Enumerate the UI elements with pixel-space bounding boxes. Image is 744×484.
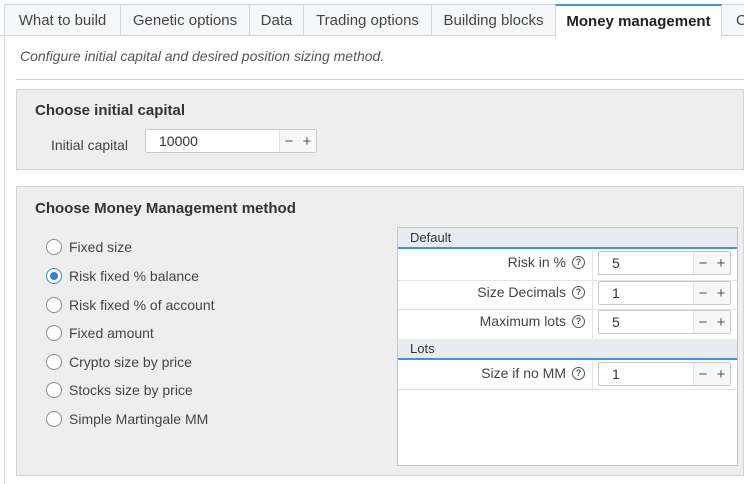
- maximum-lots-stepper: − +: [598, 310, 731, 334]
- tab-overflow[interactable]: C: [721, 4, 744, 36]
- help-icon[interactable]: ?: [572, 314, 585, 328]
- row-divider: [398, 389, 737, 390]
- mm-method-label: Stocks size by price: [69, 382, 193, 398]
- initial-capital-panel: Choose initial capital Initial capital −…: [16, 89, 744, 170]
- mm-method-label: Risk fixed % balance: [69, 268, 199, 284]
- initial-capital-input[interactable]: [146, 130, 280, 152]
- size-decimals-stepper-buttons: − +: [693, 282, 730, 304]
- column-divider: [592, 361, 593, 389]
- decrement-icon[interactable]: −: [694, 282, 712, 304]
- decrement-icon[interactable]: −: [280, 130, 298, 152]
- size-decimals-label: Size Decimals ?: [477, 284, 585, 300]
- risk-input[interactable]: [599, 252, 694, 274]
- mm-method-label: Fixed size: [69, 239, 133, 255]
- radio-unchecked-icon[interactable]: [46, 354, 62, 370]
- radio-unchecked-icon[interactable]: [46, 239, 62, 255]
- radio-unchecked-icon[interactable]: [46, 325, 62, 341]
- mm-method-fixed-amount[interactable]: Fixed amount: [46, 325, 154, 341]
- size-decimals-label-text: Size Decimals: [477, 284, 566, 300]
- radio-checked-icon[interactable]: [46, 268, 62, 284]
- mm-method-label: Crypto size by price: [69, 354, 192, 370]
- tab-money-management[interactable]: Money management: [555, 4, 722, 37]
- increment-icon[interactable]: +: [712, 311, 730, 333]
- increment-icon[interactable]: +: [712, 252, 730, 274]
- tab-genetic-options[interactable]: Genetic options: [120, 4, 250, 36]
- maximum-lots-label: Maximum lots ?: [480, 313, 585, 329]
- maximum-lots-stepper-buttons: − +: [693, 311, 730, 333]
- size-if-no-mm-stepper: − +: [598, 362, 731, 386]
- decrement-icon[interactable]: −: [694, 311, 712, 333]
- risk-label-text: Risk in %: [507, 254, 566, 270]
- radio-unchecked-icon[interactable]: [46, 297, 62, 313]
- decrement-icon[interactable]: −: [694, 363, 712, 385]
- mm-method-label: Risk fixed % of account: [69, 297, 215, 313]
- maximum-lots-label-text: Maximum lots: [479, 313, 566, 329]
- help-icon[interactable]: ?: [572, 255, 585, 269]
- money-management-title: Choose Money Management method: [35, 200, 296, 217]
- size-if-no-mm-input[interactable]: [599, 363, 694, 385]
- size-decimals-stepper: − +: [598, 281, 731, 305]
- risk-stepper-buttons: − +: [693, 252, 730, 274]
- increment-icon[interactable]: +: [298, 130, 316, 152]
- mm-method-fixed-size[interactable]: Fixed size: [46, 239, 132, 255]
- page-description: Configure initial capital and desired po…: [20, 48, 385, 64]
- size-if-no-mm-label-text: Size if no MM: [481, 365, 566, 381]
- mm-method-simple-martingale[interactable]: Simple Martingale MM: [46, 411, 208, 427]
- tab-trading-options[interactable]: Trading options: [303, 4, 432, 36]
- size-decimals-input[interactable]: [599, 282, 694, 304]
- radio-unchecked-icon[interactable]: [46, 411, 62, 427]
- initial-capital-stepper-buttons: − +: [279, 130, 316, 152]
- help-icon[interactable]: ?: [572, 366, 585, 380]
- risk-label: Risk in % ?: [508, 254, 585, 270]
- initial-capital-stepper: − +: [145, 129, 317, 153]
- risk-stepper: − +: [598, 251, 731, 275]
- mm-method-stocks-size[interactable]: Stocks size by price: [46, 382, 193, 398]
- column-divider: [592, 250, 593, 339]
- initial-capital-label: Initial capital: [51, 137, 129, 153]
- size-if-no-mm-label: Size if no MM ?: [481, 365, 585, 381]
- size-if-no-mm-stepper-buttons: − +: [693, 363, 730, 385]
- increment-icon[interactable]: +: [712, 282, 730, 304]
- tab-building-blocks[interactable]: Building blocks: [431, 4, 556, 36]
- mm-method-label: Simple Martingale MM: [69, 411, 209, 427]
- mm-settings-table: Default Risk in % ? − + Size Decimals ? …: [397, 227, 738, 466]
- section-header-default: Default: [398, 228, 737, 249]
- increment-icon[interactable]: +: [712, 363, 730, 385]
- mm-method-label: Fixed amount: [69, 325, 154, 341]
- maximum-lots-input[interactable]: [599, 311, 694, 333]
- section-header-lots: Lots: [398, 339, 737, 360]
- mm-method-crypto-size[interactable]: Crypto size by price: [46, 354, 192, 370]
- mm-method-risk-fixed-account[interactable]: Risk fixed % of account: [46, 297, 215, 313]
- tab-what-to-build[interactable]: What to build: [4, 4, 121, 36]
- tab-data[interactable]: Data: [249, 4, 304, 36]
- decrement-icon[interactable]: −: [694, 252, 712, 274]
- tab-bar: What to build Genetic options Data Tradi…: [0, 0, 744, 37]
- help-icon[interactable]: ?: [572, 285, 585, 299]
- radio-unchecked-icon[interactable]: [46, 382, 62, 398]
- initial-capital-title: Choose initial capital: [35, 102, 186, 119]
- mm-method-risk-fixed-balance[interactable]: Risk fixed % balance: [46, 268, 199, 284]
- description-divider: [16, 79, 744, 80]
